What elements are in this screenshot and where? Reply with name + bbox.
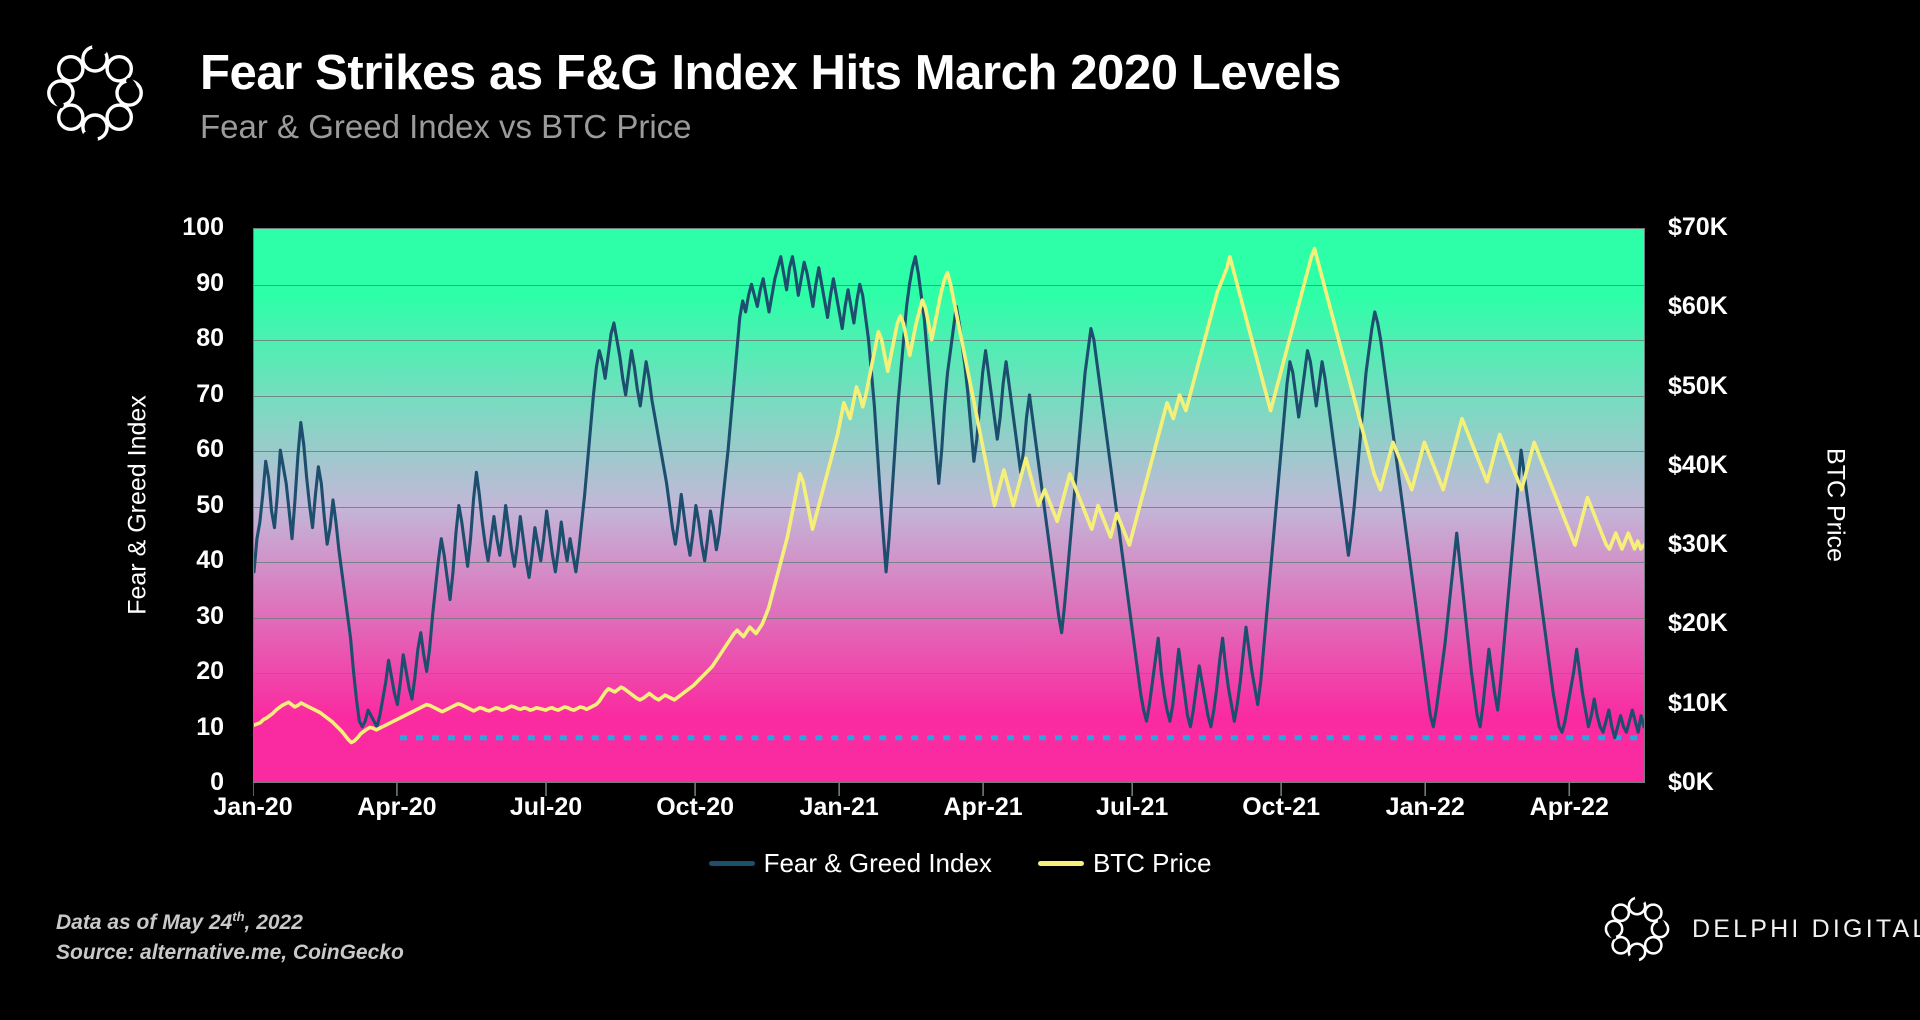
legend-label: Fear & Greed Index <box>763 848 992 878</box>
data-as-of-year: , 2022 <box>244 911 303 934</box>
data-as-of-ordinal: th <box>232 909 245 924</box>
y-axis-right-tick: $20K <box>1668 609 1728 638</box>
x-axis-tick: Jul-21 <box>1096 793 1169 821</box>
y-axis-left-tick: 10 <box>196 712 224 741</box>
footer-brand: DELPHI DIGITAL <box>1600 892 1920 966</box>
title-block: Fear Strikes as F&G Index Hits March 202… <box>200 46 1342 145</box>
y-axis-left-tick: 90 <box>196 268 224 297</box>
legend-item[interactable]: Fear & Greed Index <box>708 848 992 879</box>
x-axis-tick: Jan-21 <box>799 793 879 821</box>
y-axis-left-tick: 0 <box>210 768 224 796</box>
legend-item[interactable]: BTC Price <box>1037 848 1212 879</box>
series-layer <box>254 246 1644 745</box>
y-axis-right-tick: $10K <box>1668 688 1728 717</box>
data-as-of-line: Data as of May 24th, 2022 <box>56 908 404 938</box>
y-axis-left-title: Fear & Greed Index <box>123 395 152 615</box>
y-axis-left-tick: 20 <box>196 657 224 685</box>
y-axis-left-tick: 80 <box>196 324 224 352</box>
y-axis-right-tick: $70K <box>1668 213 1728 241</box>
y-axis-left-tick: 60 <box>196 435 224 463</box>
y-axis-right-title: BTC Price <box>1821 448 1850 562</box>
x-axis-tick: Jan-20 <box>213 793 293 821</box>
page-title: Fear Strikes as F&G Index Hits March 202… <box>200 46 1342 100</box>
y-axis-left-tick: 40 <box>196 546 224 574</box>
page-subtitle: Fear & Greed Index vs BTC Price <box>200 107 692 145</box>
x-axis-tick: Apr-20 <box>357 793 437 821</box>
y-axis-left-tick: 100 <box>182 213 224 241</box>
source-line: Source: alternative.me, CoinGecko <box>56 941 404 965</box>
plot-area <box>253 228 1645 783</box>
data-as-of-text: Data as of May 24 <box>56 911 233 934</box>
legend-swatch-icon <box>1037 861 1084 866</box>
y-axis-left-tick: 50 <box>196 490 224 519</box>
y-axis-left-tick: 70 <box>196 379 224 408</box>
brand-wordmark: DELPHI DIGITAL <box>1692 914 1920 943</box>
legend-swatch-icon <box>708 861 755 866</box>
chart-legend: Fear & Greed Index BTC Price <box>0 848 1920 879</box>
chart-canvas: Fear Strikes as F&G Index Hits March 202… <box>0 0 1920 1020</box>
y-axis-right-tick: $50K <box>1668 371 1728 400</box>
delphi-knot-logo-icon <box>40 38 150 148</box>
x-axis-tick: Oct-21 <box>1242 793 1321 821</box>
x-axis-tick: Apr-22 <box>1529 793 1609 821</box>
y-axis-right-tick: $30K <box>1668 530 1728 559</box>
delphi-knot-logo-footer-icon <box>1604 895 1670 963</box>
y-axis-right-tick: $0K <box>1668 768 1714 796</box>
y-axis-left-tick: 30 <box>196 601 224 630</box>
fear-greed-series-line <box>254 255 1644 740</box>
footer-notes: Data as of May 24th, 2022 Source: altern… <box>56 908 404 969</box>
x-axis-tick: Apr-21 <box>943 793 1023 821</box>
x-axis-tick: Jul-20 <box>509 793 583 821</box>
legend-label: BTC Price <box>1092 848 1212 878</box>
y-axis-right-tick: $60K <box>1668 292 1728 321</box>
y-axis-right-tick: $40K <box>1668 450 1728 479</box>
chart-header: Fear Strikes as F&G Index Hits March 202… <box>0 0 1920 180</box>
btc-price-series-line <box>254 246 1644 745</box>
x-axis-tick: Oct-20 <box>656 793 734 821</box>
x-axis-tick: Jan-22 <box>1385 793 1465 821</box>
